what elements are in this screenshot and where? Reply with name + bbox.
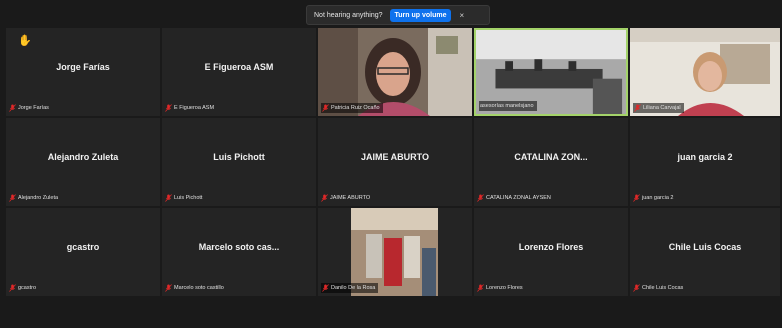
participant-label-text: Liliana Carvajal	[643, 105, 681, 111]
participant-display-name: E Figueroa ASM	[204, 62, 274, 72]
mic-muted-icon	[321, 194, 328, 202]
participant-display-name: juan garcia 2	[677, 152, 733, 162]
mic-muted-icon	[9, 104, 16, 112]
participant-name-label: JAIME ABURTO	[321, 193, 370, 203]
participant-name-label: Lorenzo Flores	[477, 283, 523, 293]
participant-tile[interactable]: Alejandro Zuleta Alejandro Zuleta	[6, 118, 160, 206]
participant-label-text: Danilo De la Rosa	[331, 285, 376, 291]
participant-name-label: Jorge Farías	[9, 103, 49, 113]
participant-display-name: Luis Pichott	[213, 152, 265, 162]
participant-tile[interactable]: juan garcia 2 juan garcia 2	[630, 118, 780, 206]
mic-muted-icon	[165, 104, 172, 112]
gallery-grid: ✋ Jorge Farías Jorge Farías E Figueroa A…	[6, 28, 780, 296]
participant-label-text: JAIME ABURTO	[330, 195, 371, 201]
audio-notification-banner: Not hearing anything? Turn up volume ×	[306, 5, 490, 25]
raised-hand-icon: ✋	[18, 35, 32, 47]
participant-label-text: Alejandro Zuleta	[18, 195, 59, 201]
participant-tile[interactable]: Luis Pichott Luis Pichott	[162, 118, 316, 206]
participant-display-name: Jorge Farías	[56, 62, 110, 72]
participant-name-label: juan garcia 2	[633, 193, 674, 203]
banner-message: Not hearing anything?	[314, 11, 383, 19]
active-speaker-video-tile[interactable]: asesorías manelsjano	[474, 28, 628, 116]
participant-label-text: asesorías manelsjano	[480, 103, 534, 109]
participant-name-label: Chile Luis Cocas	[633, 283, 683, 293]
participant-name-label: Danilo De la Rosa	[321, 283, 379, 293]
participant-name-label: Alejandro Zuleta	[9, 193, 58, 203]
participant-name-label: CATALINA ZONAL AYSEN	[477, 193, 551, 203]
participant-label-text: juan garcia 2	[642, 195, 674, 201]
turn-up-volume-button[interactable]: Turn up volume	[389, 8, 452, 22]
participant-label-text: gcastro	[18, 285, 37, 291]
participant-tile[interactable]: Lorenzo Flores Lorenzo Flores	[474, 208, 628, 296]
participant-video-tile[interactable]: Danilo De la Rosa	[318, 208, 472, 296]
participant-label-text: Luis Pichott	[174, 195, 203, 201]
participant-display-name: Marcelo soto cas...	[198, 242, 280, 252]
mic-muted-icon	[477, 284, 484, 292]
participant-tile[interactable]: CATALINA ZON... CATALINA ZONAL AYSEN	[474, 118, 628, 206]
participant-label-text: Patricia Ruiz Ocaño	[331, 105, 380, 111]
participant-name-label: E Figueroa ASM	[165, 103, 214, 113]
mic-muted-icon	[477, 194, 484, 202]
participant-name-label: Marcelo soto castillo	[165, 283, 224, 293]
mic-muted-icon	[165, 284, 172, 292]
participant-label-text: Marcelo soto castillo	[174, 285, 224, 291]
mic-muted-icon	[633, 194, 640, 202]
participant-display-name: JAIME ABURTO	[360, 152, 429, 162]
participant-tile[interactable]: Chile Luis Cocas Chile Luis Cocas	[630, 208, 780, 296]
participant-display-name: gcastro	[66, 242, 100, 252]
mic-muted-icon	[634, 104, 641, 112]
participant-name-label: Liliana Carvajal	[633, 103, 684, 113]
mic-muted-icon	[165, 194, 172, 202]
mic-muted-icon	[9, 194, 16, 202]
participant-video-tile[interactable]: Patricia Ruiz Ocaño	[318, 28, 472, 116]
participant-display-name: Lorenzo Flores	[518, 242, 584, 252]
participant-label-text: Chile Luis Cocas	[642, 285, 684, 291]
participant-name-label: asesorías manelsjano	[479, 101, 537, 111]
participant-tile[interactable]: ✋ Jorge Farías Jorge Farías	[6, 28, 160, 116]
participant-name-label: gcastro	[9, 283, 36, 293]
participant-tile[interactable]: E Figueroa ASM E Figueroa ASM	[162, 28, 316, 116]
mic-muted-icon	[322, 284, 329, 292]
participant-display-name: CATALINA ZON...	[514, 152, 588, 162]
close-icon[interactable]: ×	[459, 11, 464, 20]
participant-tile[interactable]: JAIME ABURTO JAIME ABURTO	[318, 118, 472, 206]
participant-tile[interactable]: gcastro gcastro	[6, 208, 160, 296]
participant-label-text: Jorge Farías	[18, 105, 49, 111]
participant-display-name: Chile Luis Cocas	[668, 242, 742, 252]
mic-muted-icon	[9, 284, 16, 292]
participant-name-label: Luis Pichott	[165, 193, 202, 203]
participant-label-text: CATALINA ZONAL AYSEN	[486, 195, 551, 201]
participant-label-text: E Figueroa ASM	[174, 105, 215, 111]
participant-video-tile[interactable]: Liliana Carvajal	[630, 28, 780, 116]
participant-display-name: Alejandro Zuleta	[47, 152, 119, 162]
participant-label-text: Lorenzo Flores	[486, 285, 523, 291]
mic-muted-icon	[633, 284, 640, 292]
participant-tile[interactable]: Marcelo soto cas... Marcelo soto castill…	[162, 208, 316, 296]
participant-name-label: Patricia Ruiz Ocaño	[321, 103, 383, 113]
mic-muted-icon	[322, 104, 329, 112]
